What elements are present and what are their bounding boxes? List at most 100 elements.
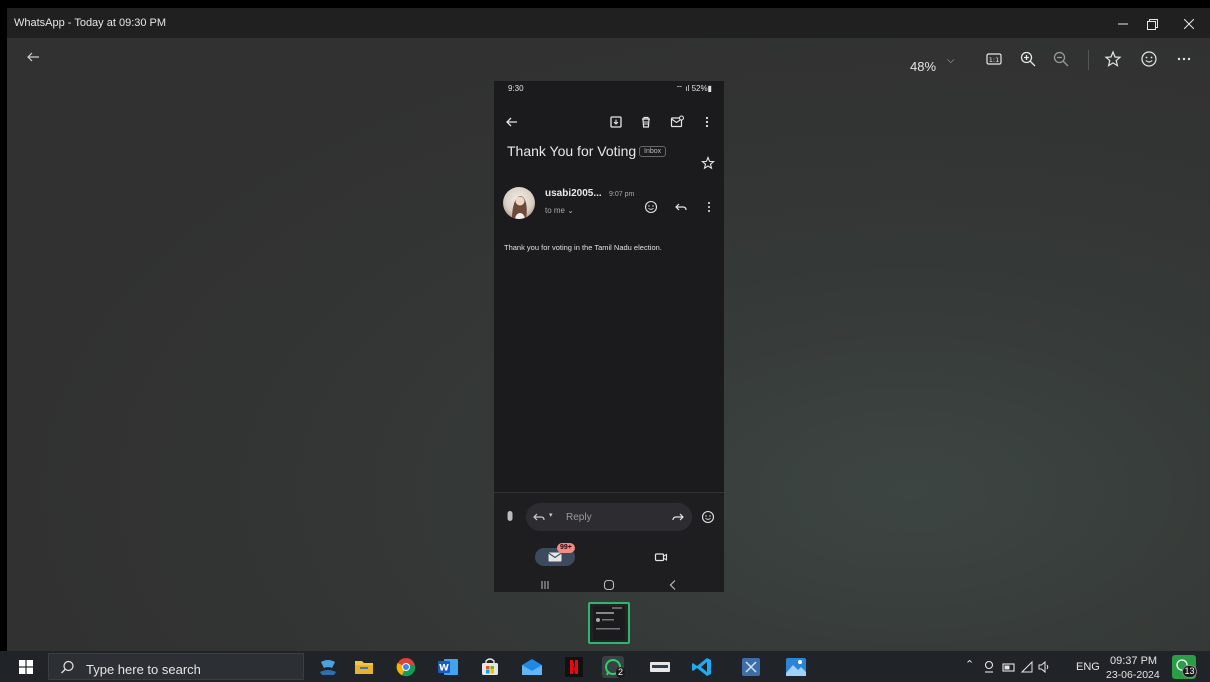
mark-unread-icon [670, 115, 684, 128]
restore-button[interactable] [1134, 13, 1170, 35]
windows-start-icon[interactable] [19, 660, 33, 674]
back-arrow-icon[interactable] [25, 49, 41, 65]
email-subject: Thank You for Voting [507, 143, 637, 159]
close-icon [1184, 19, 1194, 29]
phone-battery: ⌔ ıl 52%▮ [675, 84, 712, 93]
emoji-reaction-icon [644, 200, 658, 214]
zoom-level[interactable]: 48% [910, 59, 936, 74]
taskbar-app-snipping[interactable] [739, 655, 763, 679]
caret-down-icon: ▾ [549, 512, 553, 519]
email-body: Thank you for voting in the Tamil Nadu e… [504, 243, 662, 252]
taskbar-app-whatsapp[interactable]: 2 [601, 655, 626, 679]
reply-box: ▾ Reply [526, 503, 692, 531]
media-app-icon [650, 662, 670, 672]
actual-size-icon[interactable]: 1:1 [985, 50, 1003, 68]
photos-viewer-window: WhatsApp - Today at 09:30 PM 48% ⌵ 1:1 9… [7, 8, 1210, 651]
recipient-text: to me [545, 206, 566, 215]
recent-apps-icon [541, 581, 549, 589]
svg-text:W: W [439, 664, 449, 674]
restore-icon [1146, 18, 1158, 30]
sent-time: 9:07 pm [609, 191, 635, 198]
taskbar-app-photos[interactable] [784, 655, 808, 679]
thumbnail-preview [593, 606, 625, 640]
mail-icon [522, 659, 542, 675]
search-icon [61, 660, 74, 674]
wifi-icon[interactable] [1020, 660, 1034, 674]
chevron-down-icon: ⌄ [567, 206, 574, 215]
phone-status-time: 9:30 [508, 84, 524, 93]
folder-icon [355, 661, 373, 674]
meet-now-icon[interactable] [982, 660, 996, 674]
taskbar-app-chrome[interactable] [394, 655, 418, 679]
taskbar: Type here to search W 2 ⌃ ENG 09:37 PM 2 [0, 651, 1210, 682]
notification-count: 13 [1182, 665, 1197, 678]
star-icon [701, 156, 715, 170]
taskbar-app-netflix[interactable] [562, 655, 586, 679]
phone-status-bar: 9:30 ⌔ ıl 52%▮ [494, 81, 724, 95]
notification-center-button[interactable]: 13 [1172, 655, 1197, 679]
clock-date[interactable]: 23-06-2024 [1106, 669, 1160, 681]
filmstrip-thumbnail[interactable] [588, 602, 630, 644]
attachment-icon [507, 511, 513, 521]
language-indicator[interactable]: ENG [1076, 661, 1100, 673]
photos-icon [786, 658, 806, 676]
zoom-out-icon[interactable] [1052, 50, 1070, 68]
sql-app-icon [320, 660, 336, 675]
avatar-photo [512, 196, 527, 219]
mail-count-badge: 99+ [557, 543, 575, 553]
word-icon: W [438, 659, 458, 675]
mail-icon [548, 552, 562, 562]
whatsapp-badge: 2 [616, 667, 626, 678]
more-vertical-icon [705, 116, 709, 128]
emoji-icon [701, 510, 715, 524]
minimize-icon [1118, 23, 1128, 25]
taskbar-app-word[interactable]: W [436, 655, 460, 679]
title-bar: WhatsApp - Today at 09:30 PM [7, 8, 1210, 38]
taskbar-app-sequel[interactable] [316, 655, 340, 679]
inbox-label: Inbox [639, 146, 667, 157]
chrome-icon [396, 658, 416, 677]
store-icon [482, 658, 498, 675]
trash-icon [642, 116, 650, 128]
netflix-icon [565, 657, 583, 677]
phone-screenshot: 9:30 ⌔ ıl 52%▮ Thank You for Voting Inbo… [494, 81, 724, 592]
clock-time[interactable]: 09:37 PM [1110, 655, 1157, 667]
recipient-label: to me ⌄ [545, 206, 574, 215]
svg-text:1:1: 1:1 [989, 56, 999, 64]
sender-avatar [503, 187, 535, 219]
more-icon[interactable] [1175, 50, 1193, 68]
signal-icon: ⌔ ıl [675, 84, 692, 93]
phone-bottom-bar: ▾ Reply 99+ [494, 492, 724, 592]
back-arrow-icon [506, 117, 517, 127]
vscode-icon [692, 658, 711, 676]
zoom-in-icon[interactable] [1019, 50, 1037, 68]
sender-name: usabi2005... [545, 188, 602, 199]
video-icon [654, 553, 668, 562]
reply-placeholder: Reply [566, 512, 592, 523]
chevron-down-icon[interactable]: ⌵ [947, 55, 955, 66]
star-icon[interactable] [1104, 50, 1122, 68]
taskbar-app-media[interactable] [648, 655, 672, 679]
snipping-tool-icon [742, 658, 760, 676]
viewer-toolbar: 48% ⌵ 1:1 [7, 38, 1210, 78]
taskbar-app-mail[interactable] [520, 655, 544, 679]
taskbar-app-vscode[interactable] [690, 655, 714, 679]
battery-icon[interactable] [1002, 660, 1016, 674]
toolbar-divider [1088, 50, 1089, 70]
search-placeholder: Type here to search [86, 662, 201, 677]
battery-level: 52% [691, 84, 708, 93]
reply-icon [533, 513, 545, 521]
window-title: WhatsApp - Today at 09:30 PM [14, 17, 167, 29]
smiley-icon[interactable] [1140, 50, 1158, 68]
more-vertical-icon [708, 202, 710, 212]
taskbar-search[interactable]: Type here to search [48, 653, 304, 680]
tray-expand-icon[interactable]: ⌃ [965, 658, 974, 671]
reply-icon [675, 203, 687, 211]
home-icon [603, 579, 615, 591]
close-button[interactable] [1171, 13, 1207, 35]
forward-icon [672, 513, 684, 521]
taskbar-app-file-explorer[interactable] [352, 655, 376, 679]
taskbar-app-store[interactable] [478, 655, 502, 679]
volume-icon[interactable] [1037, 660, 1051, 674]
archive-icon [610, 116, 622, 128]
